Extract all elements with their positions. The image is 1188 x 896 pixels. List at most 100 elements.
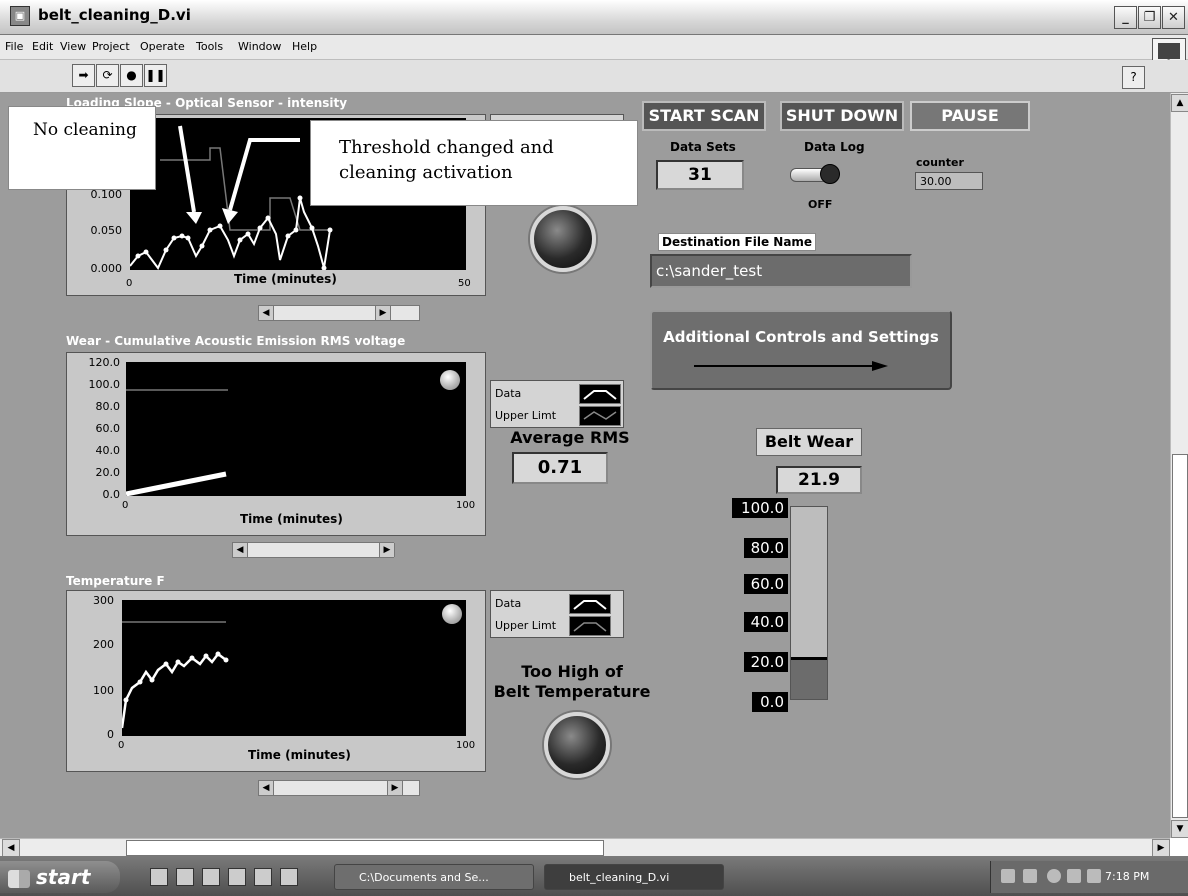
average-rms-indicator: 0.71 [512,452,608,484]
pause-icon[interactable]: ❚❚ [144,64,167,87]
counter-label: counter [916,156,964,169]
quick-launch-icon[interactable] [150,868,168,886]
scroll-up-icon[interactable]: ▲ [1171,94,1188,112]
run-continuous-icon[interactable]: ⟳ [96,64,119,87]
too-high-temperature-label: Too High of Belt Temperature [492,662,652,702]
task-explorer[interactable]: C:\Documents and Se... [334,864,534,890]
graph3-scrollbar[interactable]: ◀ ▶ [258,780,420,796]
arrow-no-cleaning [178,125,196,213]
tray-icon[interactable] [1067,869,1081,883]
too-high-line2: Belt Temperature [493,682,651,701]
app-icon[interactable] [280,868,298,886]
belt-wear-tank-fill [791,656,827,699]
scroll-right-icon[interactable]: ▶ [375,306,391,320]
additional-controls-button[interactable]: Additional Controls and Settings [650,310,952,390]
tank-scale-60: 60.0 [744,574,788,594]
additional-controls-label: Additional Controls and Settings [663,328,939,346]
graph2-ytick: 20.0 [95,466,121,479]
graph2-ytick: 0.0 [102,488,121,501]
annotation-threshold: Threshold changed and cleaning activatio… [310,120,638,206]
scroll-left-icon[interactable]: ◀ [233,543,248,557]
graph2-legend: Data Upper Limt [490,380,624,428]
graph2-status-led [440,370,460,390]
scroll-right-icon[interactable]: ▶ [1152,839,1170,857]
system-tray: 7:18 PM [990,861,1188,893]
menu-edit[interactable]: Edit [32,40,53,53]
tray-icon[interactable] [1023,869,1037,883]
graph2-ytick: 120.0 [88,356,121,369]
graph2-plot [126,362,466,496]
menu-help[interactable]: Help [292,40,317,53]
temperature-alarm-led [544,712,610,778]
vertical-scroll-thumb[interactable] [1172,454,1188,818]
menu-tools[interactable]: Tools [196,40,223,53]
graph3-ytick: 0 [107,728,114,741]
legend-upper-swatch[interactable] [579,406,621,426]
scroll-left-icon[interactable]: ◀ [259,781,274,795]
word-icon[interactable] [176,868,194,886]
window-title: belt_cleaning_D.vi [38,6,191,24]
menu-project[interactable]: Project [92,40,130,53]
graph1-scrollbar[interactable]: ◀ ▶ [258,305,420,321]
scroll-right-icon[interactable]: ▶ [387,781,403,795]
tray-icon[interactable] [1087,869,1101,883]
toolbar [0,60,1188,93]
tray-icon[interactable] [1047,869,1061,883]
labview-vi-icon[interactable]: ▣ [10,6,30,26]
scroll-left-icon[interactable]: ◀ [259,306,274,320]
legend-upper-label: Upper Limt [495,619,557,632]
task-labview[interactable]: belt_cleaning_D.vi [544,864,724,890]
scroll-left-icon[interactable]: ◀ [2,839,20,857]
graph3-ytick: 100 [93,684,114,697]
maximize-button[interactable]: ❐ [1138,6,1161,29]
menu-view[interactable]: View [60,40,86,53]
too-high-line1: Too High of [521,662,623,681]
shut-down-button[interactable]: SHUT DOWN [780,101,904,131]
start-scan-button[interactable]: START SCAN [642,101,766,131]
help-icon[interactable]: ? [1122,66,1145,89]
minimize-button[interactable]: _ [1114,6,1137,29]
legend-upper-swatch[interactable] [569,616,611,636]
menu-operate[interactable]: Operate [140,40,185,53]
pause-button[interactable]: PAUSE [910,101,1030,131]
outlook-icon[interactable] [228,868,246,886]
graph3-ytick: 200 [93,638,114,651]
app-icon[interactable] [254,868,272,886]
scroll-right-icon[interactable]: ▶ [379,543,395,557]
tray-icon[interactable] [1001,869,1015,883]
destination-label: Destination File Name [658,233,817,251]
graph3-title: Temperature F [66,574,165,588]
legend-data-swatch[interactable] [569,594,611,614]
legend-data-label: Data [495,387,522,400]
windows-logo-icon [8,869,30,888]
arrow-threshold [228,138,300,211]
abort-icon[interactable]: ● [120,64,143,87]
graph1-ytick: 0.050 [90,224,123,237]
annotation-no-cleaning: No cleaning [8,106,156,190]
graph3-ytick: 300 [93,594,114,607]
tank-scale-100: 100.0 [732,498,788,518]
start-button[interactable]: start [0,861,120,893]
graph3-xlabel: Time (minutes) [248,748,351,762]
tank-scale-40: 40.0 [744,612,788,632]
tank-scale-0: 0.0 [752,692,788,712]
graph3-plot [122,600,466,736]
run-arrow-icon[interactable]: ➡ [72,64,95,87]
graph3-legend: Data Upper Limt [490,590,624,638]
data-log-toggle[interactable] [790,164,840,184]
arrow-right-icon [694,361,888,371]
destination-file-input[interactable]: c:\sander_test [650,254,912,288]
menu-window[interactable]: Window [238,40,281,53]
arrowhead-threshold [222,208,238,224]
close-button[interactable]: ✕ [1162,6,1185,29]
legend-data-swatch[interactable] [579,384,621,404]
menu-file[interactable]: File [5,40,23,53]
scroll-down-icon[interactable]: ▼ [1171,820,1188,838]
quick-launch [150,868,310,886]
start-label: start [36,865,91,889]
horizontal-scroll-thumb[interactable] [126,840,604,856]
graph2-scrollbar[interactable]: ◀ ▶ [232,542,395,558]
clock: 7:18 PM [1105,870,1150,883]
excel-icon[interactable] [202,868,220,886]
belt-wear-label: Belt Wear [756,428,862,456]
